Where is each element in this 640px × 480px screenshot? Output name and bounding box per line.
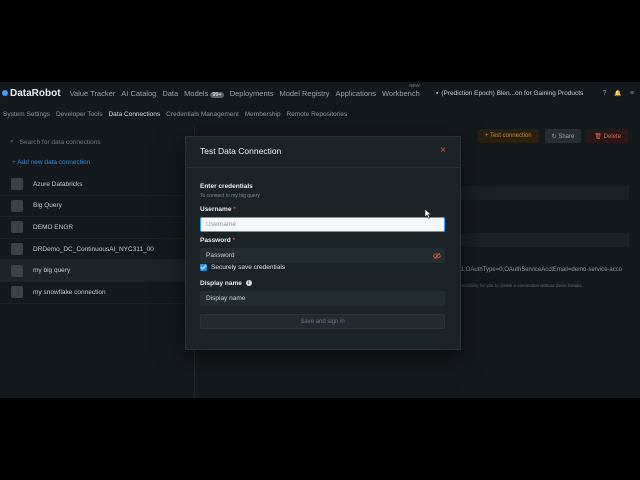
help-icon[interactable]: ? [603,90,607,97]
add-connection-button[interactable]: + Add new data connection [12,159,90,166]
user-menu-icon[interactable]: ≡ [630,90,634,97]
connection-item[interactable]: DRDemo_DC_ContinuousAI_NYC311_00 [0,239,194,261]
nav-value-tracker[interactable]: Value Tracker [70,89,116,98]
connection-list: Azure Databricks Big Query DEMO ENGR DRD… [0,174,194,304]
connection-label: Big Query [33,202,62,210]
username-input[interactable] [200,217,445,232]
nav-right-tools: ? 🔔 ≡ [603,82,634,104]
connection-item[interactable]: Azure Databricks [0,174,194,196]
settings-subnav: System Settings Developer Tools Data Con… [0,107,640,121]
workbench-new-tag: NEW [409,82,420,88]
database-icon [11,178,23,191]
connection-label: DEMO ENGR [33,223,74,231]
connection-item[interactable]: my snowflake connection [0,282,194,304]
required-mark: * [233,206,236,213]
nav-deployments[interactable]: Deployments [230,89,274,98]
show-password-icon[interactable] [433,252,441,260]
connection-actions: + Test connection ↻ Share 🗑 Delete [477,129,628,143]
subnav-remote-repositories[interactable]: Remote Repositories [287,111,348,118]
save-credentials-label: Securely save credentials [211,264,286,271]
connections-sidebar: ⌕ Search for data connections + Add new … [0,126,195,398]
test-connection-dialog: Test Data Connection × Enter credentials… [185,136,461,350]
connection-label: Azure Databricks [33,180,83,188]
password-input[interactable] [200,248,445,263]
username-label: Username * [200,206,236,213]
database-icon [11,221,23,234]
connection-label: my big query [33,267,71,275]
mouse-cursor-icon [424,209,432,219]
nav-models[interactable]: Models 99+ [184,89,224,98]
top-nav: DataRobot Value Tracker AI Catalog Data … [0,82,640,104]
connection-item[interactable]: Big Query [0,196,194,218]
display-name-label: Display name i [200,280,252,287]
database-icon [11,286,23,299]
display-name-input[interactable] [200,291,445,306]
connection-item[interactable]: DEMO ENGR [0,217,194,239]
close-icon[interactable]: × [436,144,450,158]
database-icon [11,199,23,212]
logo-text: DataRobot [10,87,61,99]
database-icon [11,243,23,256]
save-and-sign-in-button[interactable]: Save and sign in [200,314,445,329]
nav-ai-catalog[interactable]: AI Catalog [121,89,156,98]
jdbc-url-text: /1;OAuthType=0;OAuthServiceAcctEmail=dem… [459,267,623,273]
connection-hint-text: possibility for you to create a connecti… [459,283,583,288]
test-connection-button[interactable]: + Test connection [477,129,539,143]
dialog-title: Test Data Connection [200,146,282,156]
checkbox-checked-icon [200,264,207,271]
connection-search[interactable]: ⌕ Search for data connections [10,138,101,146]
credentials-subheading: To connect to my big query [200,193,260,199]
project-selector[interactable]: ▪ (Prediction Epoch) Blen...on for Gaini… [436,82,583,104]
password-label-text: Password [200,237,231,244]
nav-workbench[interactable]: Workbench NEW [381,83,420,98]
datarobot-logo[interactable]: DataRobot [2,88,61,99]
project-name: (Prediction Epoch) Blen...on for Gaining… [441,89,584,97]
bell-icon[interactable]: 🔔 [614,90,621,97]
search-placeholder: Search for data connections [19,138,101,146]
models-count-badge: 99+ [210,91,224,98]
database-icon [11,264,23,277]
subnav-membership[interactable]: Membership [245,111,281,118]
search-icon: ⌕ [10,138,14,145]
detail-row-bg [459,186,629,200]
logo-icon [2,90,8,96]
nav-workbench-label: Workbench [381,88,420,98]
nav-models-label: Models [184,88,209,98]
subnav-data-connections[interactable]: Data Connections [108,111,160,118]
delete-button[interactable]: 🗑 Delete [587,129,628,143]
nav-data[interactable]: Data [162,89,178,98]
subnav-system-settings[interactable]: System Settings [3,111,50,118]
save-credentials-checkbox[interactable]: Securely save credentials [200,264,285,271]
display-name-label-text: Display name [200,280,242,287]
password-label: Password * [200,237,235,244]
connection-label: my snowflake connection [33,288,106,296]
username-label-text: Username [200,206,232,213]
required-mark: * [232,237,236,244]
folder-icon: ▪ [436,89,439,97]
detail-row-bg [459,233,629,247]
share-button[interactable]: ↻ Share [544,129,582,143]
connection-label: DRDemo_DC_ContinuousAI_NYC311_00 [33,245,154,253]
dialog-header: Test Data Connection × [186,137,460,168]
subnav-credentials-management[interactable]: Credentials Management [166,111,239,118]
nav-applications[interactable]: Applications [336,89,376,98]
connection-item-selected[interactable]: my big query [0,260,194,282]
info-icon[interactable]: i [245,280,252,287]
subnav-developer-tools[interactable]: Developer Tools [56,111,103,118]
credentials-heading: Enter credentials [200,183,253,190]
nav-model-registry[interactable]: Model Registry [279,89,329,98]
